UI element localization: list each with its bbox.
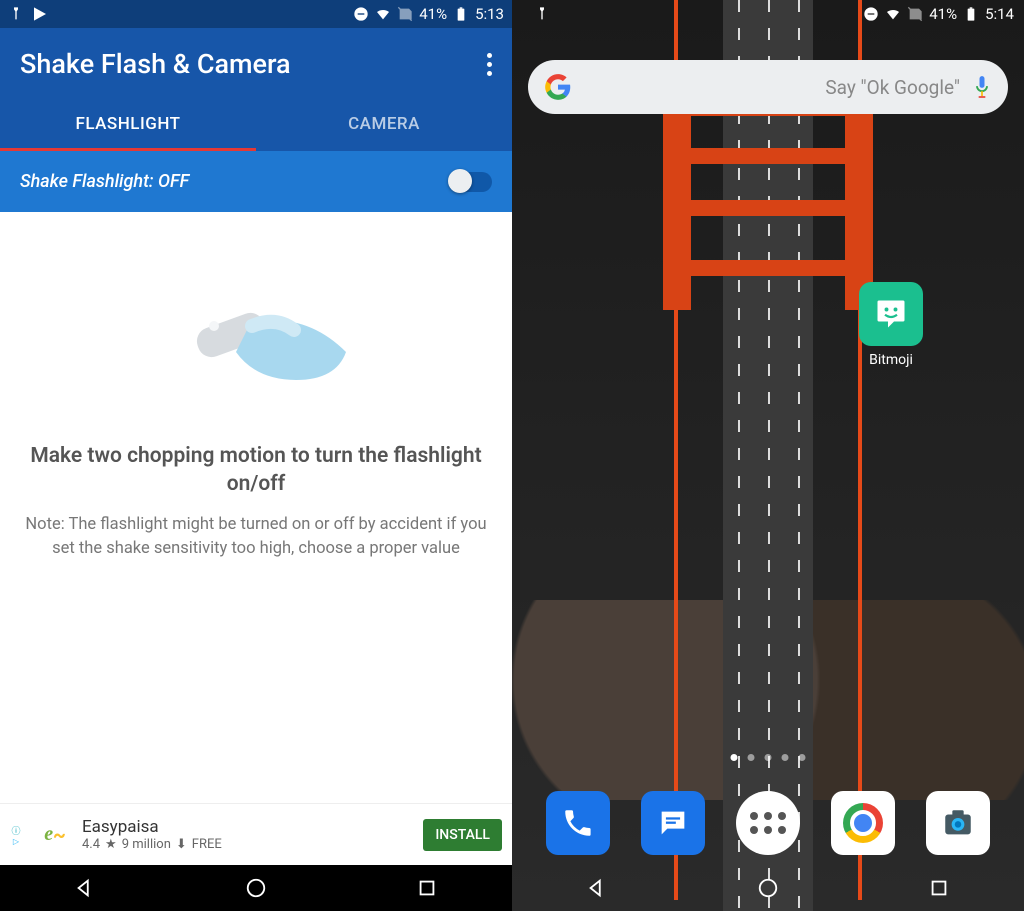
adchoices-icon[interactable]: ⓘ▷: [4, 824, 28, 846]
status-bar: 41% 5:13: [0, 0, 512, 28]
back-button[interactable]: [586, 877, 608, 899]
ad-meta: 4.4 ★ 9 million ⬇ FREE: [82, 837, 222, 852]
battery-text: 41%: [929, 5, 957, 23]
dock-messages-app[interactable]: [641, 791, 705, 855]
back-button[interactable]: [74, 877, 96, 899]
overflow-menu-button[interactable]: [487, 53, 492, 76]
chop-illustration: [18, 282, 494, 402]
star-icon: ★: [105, 837, 117, 852]
battery-text: 41%: [419, 5, 447, 23]
dock: [512, 791, 1024, 855]
play-status-icon: [32, 6, 48, 22]
shake-toggle-row: Shake Flashlight: OFF: [0, 151, 512, 212]
google-search-bar[interactable]: Say "Ok Google": [528, 60, 1008, 114]
wifi-icon: [885, 6, 901, 22]
mic-icon[interactable]: [972, 74, 992, 100]
battery-icon: [453, 6, 469, 22]
recent-button[interactable]: [416, 877, 438, 899]
ad-app-name: Easypaisa: [82, 817, 222, 837]
dock-chrome-app[interactable]: [831, 791, 895, 855]
tab-bar: FLASHLIGHT CAMERA: [0, 98, 512, 151]
tab-flashlight[interactable]: FLASHLIGHT: [0, 98, 256, 151]
nav-bar: [512, 865, 1024, 911]
instruction-heading: Make two chopping motion to turn the fla…: [18, 442, 494, 499]
chrome-icon: [843, 803, 883, 843]
shake-toggle-switch[interactable]: [450, 172, 492, 192]
app-icon-bitmoji[interactable]: Bitmoji: [850, 282, 932, 368]
status-bar: 41% 5:14: [512, 0, 1024, 28]
app-title: Shake Flash & Camera: [20, 48, 291, 80]
recent-button[interactable]: [928, 877, 950, 899]
no-sim-icon: [397, 6, 413, 22]
tab-camera[interactable]: CAMERA: [256, 98, 512, 151]
wallpaper: [512, 0, 1024, 911]
nav-bar: [0, 865, 512, 911]
app-bar: Shake Flash & Camera: [0, 28, 512, 98]
shake-toggle-label: Shake Flashlight: OFF: [20, 171, 189, 192]
google-logo-icon: [544, 73, 572, 101]
wifi-icon: [375, 6, 391, 22]
download-icon: ⬇: [176, 837, 187, 852]
flashlight-status-icon: [534, 6, 550, 22]
flashlight-status-icon: [8, 6, 24, 22]
search-placeholder: Say "Ok Google": [825, 76, 960, 99]
instruction-note: Note: The flashlight might be turned on …: [18, 513, 494, 561]
ad-app-icon: e~: [36, 816, 74, 854]
clock-text: 5:13: [475, 5, 504, 23]
ad-banner[interactable]: ⓘ▷ e~ Easypaisa 4.4 ★ 9 million ⬇ FREE I…: [0, 803, 512, 865]
home-button[interactable]: [757, 877, 779, 899]
dock-camera-app[interactable]: [926, 791, 990, 855]
home-button[interactable]: [245, 877, 267, 899]
install-button[interactable]: INSTALL: [423, 819, 502, 851]
battery-icon: [963, 6, 979, 22]
app-drawer-button[interactable]: [736, 791, 800, 855]
bitmoji-icon: [859, 282, 923, 346]
page-indicator[interactable]: [731, 754, 806, 761]
app-label: Bitmoji: [850, 352, 932, 368]
clock-text: 5:14: [985, 5, 1014, 23]
no-sim-icon: [907, 6, 923, 22]
dnd-icon: [353, 6, 369, 22]
dock-phone-app[interactable]: [546, 791, 610, 855]
dnd-icon: [863, 6, 879, 22]
